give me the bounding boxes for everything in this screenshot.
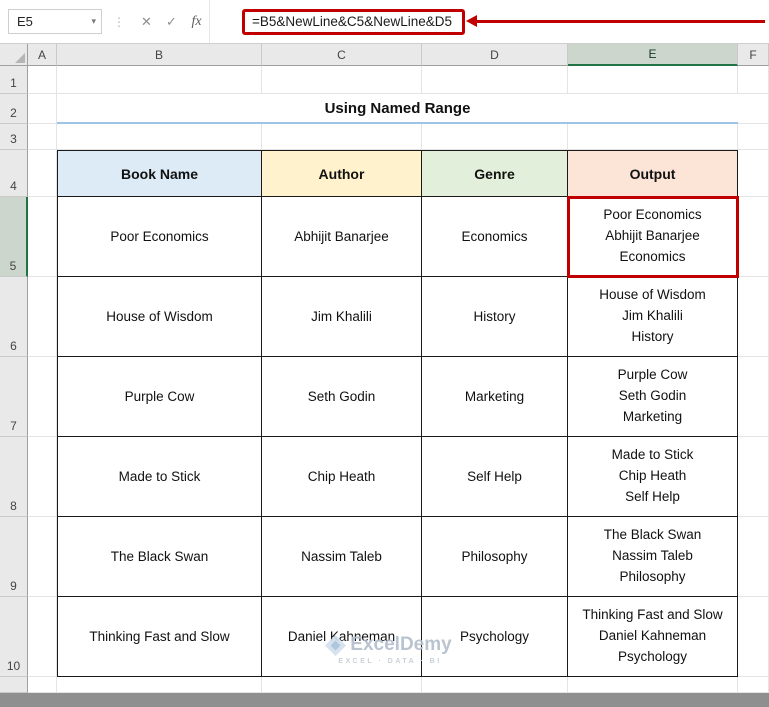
column-header-b[interactable]: B [57, 44, 262, 66]
empty-cell[interactable] [28, 150, 57, 197]
worksheet-grid: A B C D E F 1 2 3 4 5 6 7 8 9 10 Using N… [0, 44, 769, 693]
empty-cell[interactable] [738, 677, 769, 693]
insert-function-icon[interactable]: fx [184, 9, 209, 35]
empty-cell[interactable] [28, 597, 57, 677]
row-header-8[interactable]: 8 [0, 437, 28, 517]
empty-cell[interactable] [28, 124, 57, 150]
cell-d8[interactable]: Self Help [422, 437, 568, 517]
empty-cell[interactable] [738, 66, 769, 94]
table-header-genre[interactable]: Genre [422, 150, 568, 197]
cell-d10[interactable]: Psychology [422, 597, 568, 677]
table-header-output[interactable]: Output [568, 150, 738, 197]
cell-b9[interactable]: The Black Swan [57, 517, 262, 597]
column-header-d[interactable]: D [422, 44, 568, 66]
row-header-11-partial[interactable] [0, 677, 28, 693]
empty-cell[interactable] [57, 677, 262, 693]
column-header-c[interactable]: C [262, 44, 422, 66]
empty-cell[interactable] [568, 124, 738, 150]
bottom-bar [0, 693, 769, 707]
empty-cell[interactable] [422, 66, 568, 94]
cell-b10[interactable]: Thinking Fast and Slow [57, 597, 262, 677]
empty-cell[interactable] [738, 437, 769, 517]
empty-cell[interactable] [738, 597, 769, 677]
empty-cell[interactable] [57, 124, 262, 150]
empty-cell[interactable] [422, 124, 568, 150]
row-header-3[interactable]: 3 [0, 124, 28, 150]
empty-cell[interactable] [28, 66, 57, 94]
cell-e9[interactable]: The Black Swan Nassim Taleb Philosophy [568, 517, 738, 597]
empty-cell[interactable] [262, 124, 422, 150]
row-header-2[interactable]: 2 [0, 94, 28, 124]
row-header-9[interactable]: 9 [0, 517, 28, 597]
empty-cell[interactable] [738, 357, 769, 437]
cell-b5[interactable]: Poor Economics [57, 197, 262, 277]
column-header-f[interactable]: F [738, 44, 769, 66]
empty-cell[interactable] [738, 124, 769, 150]
column-header-e-selected[interactable]: E [568, 44, 738, 66]
row-header-1[interactable]: 1 [0, 66, 28, 94]
cell-c10[interactable]: Daniel Kahneman [262, 597, 422, 677]
sheet-title-cell[interactable]: Using Named Range [57, 94, 738, 124]
empty-cell[interactable] [738, 277, 769, 357]
empty-cell[interactable] [738, 94, 769, 124]
cell-b7[interactable]: Purple Cow [57, 357, 262, 437]
cell-b8[interactable]: Made to Stick [57, 437, 262, 517]
table-header-book-name[interactable]: Book Name [57, 150, 262, 197]
formula-input[interactable]: =B5&NewLine&C5&NewLine&D5 [209, 0, 769, 43]
empty-cell[interactable] [738, 197, 769, 277]
row-header-5-selected[interactable]: 5 [0, 197, 28, 277]
empty-cell[interactable] [738, 517, 769, 597]
formula-highlight-rect: =B5&NewLine&C5&NewLine&D5 [242, 8, 465, 35]
row-header-7[interactable]: 7 [0, 357, 28, 437]
cell-e5-selected[interactable]: Poor Economics Abhijit Banarjee Economic… [567, 196, 739, 278]
empty-cell[interactable] [28, 277, 57, 357]
empty-cell[interactable] [568, 677, 738, 693]
row-header-4[interactable]: 4 [0, 150, 28, 197]
cell-d9[interactable]: Philosophy [422, 517, 568, 597]
empty-cell[interactable] [262, 66, 422, 94]
excel-window: E5 ▾ ⋮ ✕ ✓ fx =B5&NewLine&C5&NewLine&D5 … [0, 0, 769, 707]
empty-cell[interactable] [422, 677, 568, 693]
cell-c6[interactable]: Jim Khalili [262, 277, 422, 357]
cell-e7[interactable]: Purple Cow Seth Godin Marketing [568, 357, 738, 437]
cell-c7[interactable]: Seth Godin [262, 357, 422, 437]
empty-cell[interactable] [28, 357, 57, 437]
cell-d6[interactable]: History [422, 277, 568, 357]
annotation-arrow [466, 15, 765, 27]
row-header-10[interactable]: 10 [0, 597, 28, 677]
table-header-author[interactable]: Author [262, 150, 422, 197]
row-header-6[interactable]: 6 [0, 277, 28, 357]
cancel-icon[interactable]: ✕ [134, 9, 159, 35]
empty-cell[interactable] [262, 677, 422, 693]
cell-c9[interactable]: Nassim Taleb [262, 517, 422, 597]
empty-cell[interactable] [568, 66, 738, 94]
empty-cell[interactable] [28, 517, 57, 597]
cell-c5[interactable]: Abhijit Banarjee [262, 197, 422, 277]
empty-cell[interactable] [28, 677, 57, 693]
chevron-down-icon[interactable]: ▾ [91, 16, 96, 27]
empty-cell[interactable] [28, 94, 57, 124]
empty-cell[interactable] [28, 437, 57, 517]
cell-d7[interactable]: Marketing [422, 357, 568, 437]
empty-cell[interactable] [28, 197, 57, 277]
cell-e6[interactable]: House of Wisdom Jim Khalili History [568, 277, 738, 357]
empty-cell[interactable] [738, 150, 769, 197]
formula-text: =B5&NewLine&C5&NewLine&D5 [252, 13, 452, 29]
empty-cell[interactable] [57, 66, 262, 94]
select-all-button[interactable] [0, 44, 28, 66]
name-box[interactable]: E5 ▾ [8, 9, 102, 34]
cell-e10[interactable]: Thinking Fast and Slow Daniel Kahneman P… [568, 597, 738, 677]
enter-icon[interactable]: ✓ [159, 9, 184, 35]
name-box-value: E5 [17, 14, 33, 29]
cell-b6[interactable]: House of Wisdom [57, 277, 262, 357]
cell-d5[interactable]: Economics [422, 197, 568, 277]
formula-bar-resize-handle-icon[interactable]: ⋮ [113, 15, 125, 29]
column-header-a[interactable]: A [28, 44, 57, 66]
cell-c8[interactable]: Chip Heath [262, 437, 422, 517]
cell-e8[interactable]: Made to Stick Chip Heath Self Help [568, 437, 738, 517]
formula-bar: E5 ▾ ⋮ ✕ ✓ fx =B5&NewLine&C5&NewLine&D5 [0, 0, 769, 44]
